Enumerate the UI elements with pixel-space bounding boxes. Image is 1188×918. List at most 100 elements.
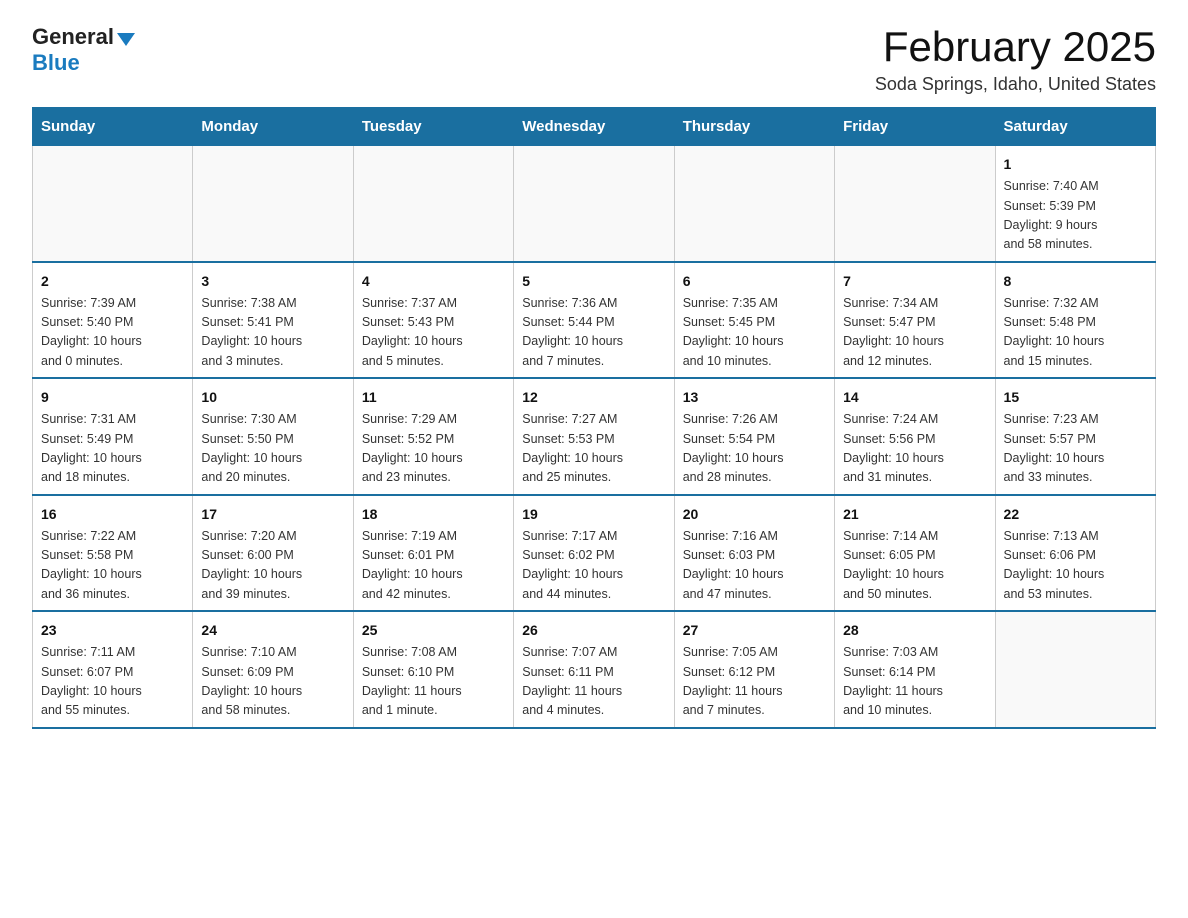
day-info: Sunrise: 7:19 AM Sunset: 6:01 PM Dayligh… — [362, 527, 505, 605]
weekday-header-tuesday: Tuesday — [353, 108, 513, 146]
day-info: Sunrise: 7:05 AM Sunset: 6:12 PM Dayligh… — [683, 643, 826, 721]
day-info: Sunrise: 7:35 AM Sunset: 5:45 PM Dayligh… — [683, 294, 826, 372]
day-info: Sunrise: 7:14 AM Sunset: 6:05 PM Dayligh… — [843, 527, 986, 605]
header-right: February 2025 Soda Springs, Idaho, Unite… — [875, 24, 1156, 95]
calendar-cell: 27Sunrise: 7:05 AM Sunset: 6:12 PM Dayli… — [674, 611, 834, 728]
calendar-cell: 19Sunrise: 7:17 AM Sunset: 6:02 PM Dayli… — [514, 495, 674, 612]
day-number: 7 — [843, 271, 986, 292]
calendar-week-row: 1Sunrise: 7:40 AM Sunset: 5:39 PM Daylig… — [33, 146, 1156, 262]
day-number: 2 — [41, 271, 184, 292]
logo-triangle-icon — [117, 33, 135, 46]
day-number: 4 — [362, 271, 505, 292]
calendar-cell: 9Sunrise: 7:31 AM Sunset: 5:49 PM Daylig… — [33, 378, 193, 495]
calendar-cell: 23Sunrise: 7:11 AM Sunset: 6:07 PM Dayli… — [33, 611, 193, 728]
day-info: Sunrise: 7:36 AM Sunset: 5:44 PM Dayligh… — [522, 294, 665, 372]
day-info: Sunrise: 7:07 AM Sunset: 6:11 PM Dayligh… — [522, 643, 665, 721]
day-number: 5 — [522, 271, 665, 292]
day-number: 25 — [362, 620, 505, 641]
day-number: 28 — [843, 620, 986, 641]
day-info: Sunrise: 7:27 AM Sunset: 5:53 PM Dayligh… — [522, 410, 665, 488]
calendar-week-row: 23Sunrise: 7:11 AM Sunset: 6:07 PM Dayli… — [33, 611, 1156, 728]
day-info: Sunrise: 7:08 AM Sunset: 6:10 PM Dayligh… — [362, 643, 505, 721]
day-info: Sunrise: 7:11 AM Sunset: 6:07 PM Dayligh… — [41, 643, 184, 721]
day-number: 21 — [843, 504, 986, 525]
calendar-cell — [353, 146, 513, 262]
calendar-cell: 28Sunrise: 7:03 AM Sunset: 6:14 PM Dayli… — [835, 611, 995, 728]
logo-blue-text: Blue — [32, 50, 80, 76]
calendar-table: SundayMondayTuesdayWednesdayThursdayFrid… — [32, 107, 1156, 729]
day-info: Sunrise: 7:03 AM Sunset: 6:14 PM Dayligh… — [843, 643, 986, 721]
page-header: General Blue February 2025 Soda Springs,… — [32, 24, 1156, 95]
calendar-cell: 8Sunrise: 7:32 AM Sunset: 5:48 PM Daylig… — [995, 262, 1155, 379]
weekday-header-saturday: Saturday — [995, 108, 1155, 146]
location-text: Soda Springs, Idaho, United States — [875, 74, 1156, 95]
day-info: Sunrise: 7:31 AM Sunset: 5:49 PM Dayligh… — [41, 410, 184, 488]
day-number: 23 — [41, 620, 184, 641]
calendar-cell — [193, 146, 353, 262]
day-number: 8 — [1004, 271, 1147, 292]
calendar-week-row: 2Sunrise: 7:39 AM Sunset: 5:40 PM Daylig… — [33, 262, 1156, 379]
day-info: Sunrise: 7:20 AM Sunset: 6:00 PM Dayligh… — [201, 527, 344, 605]
calendar-cell: 15Sunrise: 7:23 AM Sunset: 5:57 PM Dayli… — [995, 378, 1155, 495]
day-info: Sunrise: 7:17 AM Sunset: 6:02 PM Dayligh… — [522, 527, 665, 605]
calendar-cell: 4Sunrise: 7:37 AM Sunset: 5:43 PM Daylig… — [353, 262, 513, 379]
weekday-header-wednesday: Wednesday — [514, 108, 674, 146]
day-number: 13 — [683, 387, 826, 408]
calendar-cell — [514, 146, 674, 262]
day-number: 26 — [522, 620, 665, 641]
day-number: 9 — [41, 387, 184, 408]
calendar-cell: 13Sunrise: 7:26 AM Sunset: 5:54 PM Dayli… — [674, 378, 834, 495]
day-info: Sunrise: 7:23 AM Sunset: 5:57 PM Dayligh… — [1004, 410, 1147, 488]
calendar-cell: 3Sunrise: 7:38 AM Sunset: 5:41 PM Daylig… — [193, 262, 353, 379]
day-info: Sunrise: 7:26 AM Sunset: 5:54 PM Dayligh… — [683, 410, 826, 488]
day-number: 16 — [41, 504, 184, 525]
weekday-header-thursday: Thursday — [674, 108, 834, 146]
day-info: Sunrise: 7:22 AM Sunset: 5:58 PM Dayligh… — [41, 527, 184, 605]
day-number: 10 — [201, 387, 344, 408]
calendar-cell: 11Sunrise: 7:29 AM Sunset: 5:52 PM Dayli… — [353, 378, 513, 495]
calendar-week-row: 16Sunrise: 7:22 AM Sunset: 5:58 PM Dayli… — [33, 495, 1156, 612]
day-info: Sunrise: 7:30 AM Sunset: 5:50 PM Dayligh… — [201, 410, 344, 488]
calendar-cell: 12Sunrise: 7:27 AM Sunset: 5:53 PM Dayli… — [514, 378, 674, 495]
calendar-cell: 17Sunrise: 7:20 AM Sunset: 6:00 PM Dayli… — [193, 495, 353, 612]
calendar-cell: 16Sunrise: 7:22 AM Sunset: 5:58 PM Dayli… — [33, 495, 193, 612]
day-number: 27 — [683, 620, 826, 641]
day-info: Sunrise: 7:34 AM Sunset: 5:47 PM Dayligh… — [843, 294, 986, 372]
day-number: 19 — [522, 504, 665, 525]
calendar-cell: 6Sunrise: 7:35 AM Sunset: 5:45 PM Daylig… — [674, 262, 834, 379]
day-number: 12 — [522, 387, 665, 408]
day-number: 24 — [201, 620, 344, 641]
day-number: 14 — [843, 387, 986, 408]
calendar-cell — [835, 146, 995, 262]
day-info: Sunrise: 7:29 AM Sunset: 5:52 PM Dayligh… — [362, 410, 505, 488]
day-info: Sunrise: 7:10 AM Sunset: 6:09 PM Dayligh… — [201, 643, 344, 721]
day-number: 18 — [362, 504, 505, 525]
day-info: Sunrise: 7:13 AM Sunset: 6:06 PM Dayligh… — [1004, 527, 1147, 605]
calendar-cell: 5Sunrise: 7:36 AM Sunset: 5:44 PM Daylig… — [514, 262, 674, 379]
calendar-cell: 2Sunrise: 7:39 AM Sunset: 5:40 PM Daylig… — [33, 262, 193, 379]
day-number: 17 — [201, 504, 344, 525]
day-info: Sunrise: 7:32 AM Sunset: 5:48 PM Dayligh… — [1004, 294, 1147, 372]
day-number: 3 — [201, 271, 344, 292]
weekday-header-monday: Monday — [193, 108, 353, 146]
day-info: Sunrise: 7:16 AM Sunset: 6:03 PM Dayligh… — [683, 527, 826, 605]
calendar-cell: 7Sunrise: 7:34 AM Sunset: 5:47 PM Daylig… — [835, 262, 995, 379]
weekday-header-friday: Friday — [835, 108, 995, 146]
calendar-cell: 26Sunrise: 7:07 AM Sunset: 6:11 PM Dayli… — [514, 611, 674, 728]
calendar-cell — [674, 146, 834, 262]
calendar-cell: 20Sunrise: 7:16 AM Sunset: 6:03 PM Dayli… — [674, 495, 834, 612]
day-number: 20 — [683, 504, 826, 525]
calendar-cell — [995, 611, 1155, 728]
month-title: February 2025 — [875, 24, 1156, 70]
weekday-header-sunday: Sunday — [33, 108, 193, 146]
day-info: Sunrise: 7:38 AM Sunset: 5:41 PM Dayligh… — [201, 294, 344, 372]
calendar-cell: 21Sunrise: 7:14 AM Sunset: 6:05 PM Dayli… — [835, 495, 995, 612]
calendar-cell — [33, 146, 193, 262]
logo-general-text: General — [32, 24, 114, 50]
day-number: 6 — [683, 271, 826, 292]
day-number: 1 — [1004, 154, 1147, 175]
calendar-cell: 24Sunrise: 7:10 AM Sunset: 6:09 PM Dayli… — [193, 611, 353, 728]
day-number: 11 — [362, 387, 505, 408]
day-info: Sunrise: 7:24 AM Sunset: 5:56 PM Dayligh… — [843, 410, 986, 488]
calendar-cell: 22Sunrise: 7:13 AM Sunset: 6:06 PM Dayli… — [995, 495, 1155, 612]
